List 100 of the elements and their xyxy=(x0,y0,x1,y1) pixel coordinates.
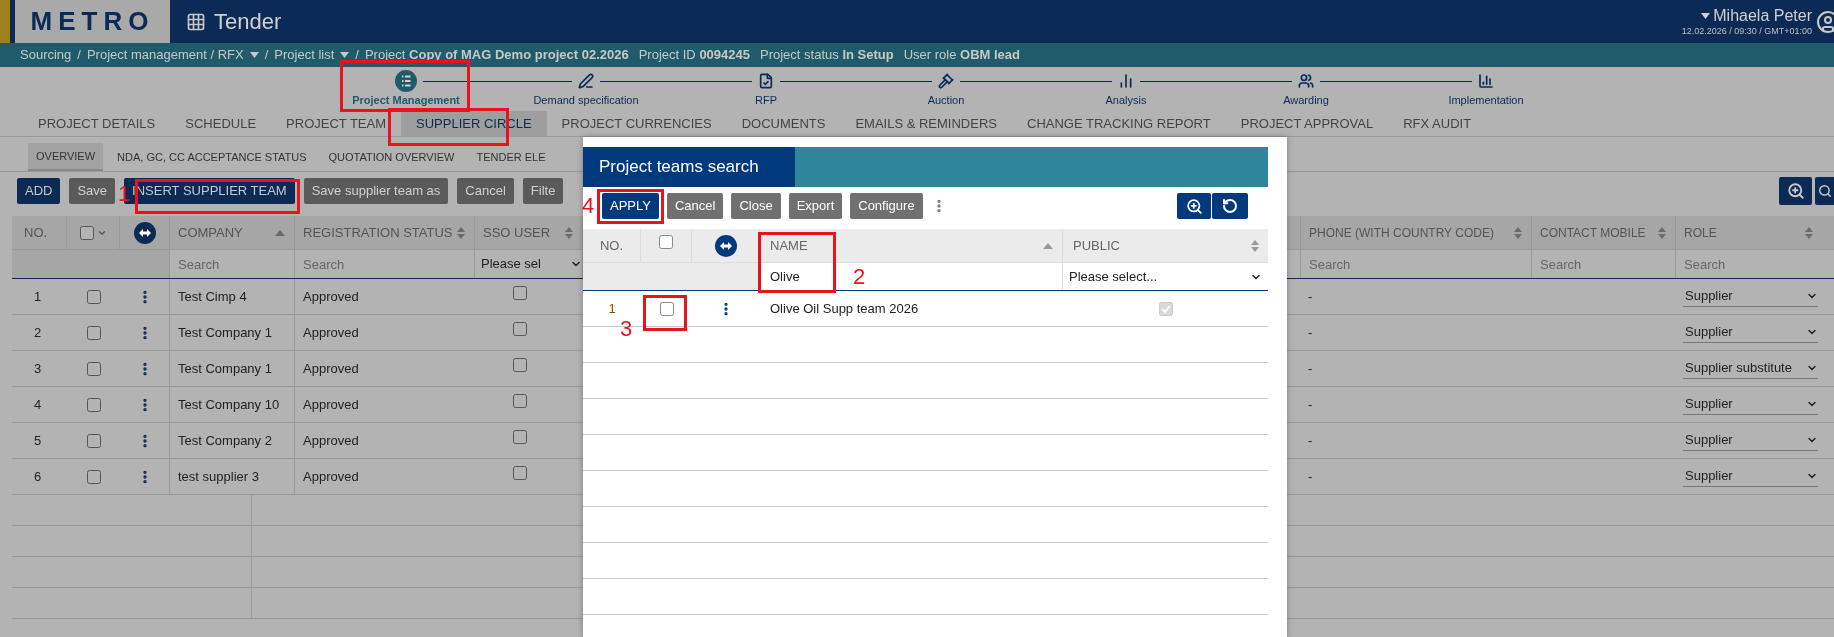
toolbar-button[interactable]: Export xyxy=(788,193,843,219)
checkbox[interactable] xyxy=(86,433,101,448)
checkbox[interactable] xyxy=(659,235,673,249)
filter-field[interactable]: Search xyxy=(170,250,294,278)
checkbox[interactable] xyxy=(659,301,674,316)
reset-button[interactable] xyxy=(1212,193,1248,219)
checkbox[interactable] xyxy=(513,358,527,372)
table-cell-text: - xyxy=(1308,287,1313,306)
step-label[interactable]: Project Management xyxy=(352,94,460,107)
filter-field[interactable]: Search xyxy=(1532,250,1675,278)
checkbox[interactable] xyxy=(513,466,527,480)
role-select[interactable]: Supplier xyxy=(1683,394,1818,415)
tab[interactable]: PROJECT TEAM xyxy=(271,111,401,136)
zoom-button[interactable] xyxy=(1779,177,1812,205)
filter-field[interactable]: Search xyxy=(1676,250,1822,278)
tab[interactable]: PROJECT CURRENCIES xyxy=(546,111,727,136)
step-icon[interactable] xyxy=(1118,73,1134,89)
checkbox[interactable] xyxy=(513,286,527,300)
sub-tab[interactable]: QUOTATION OVERVIEW xyxy=(320,143,463,171)
sub-tab[interactable]: TENDER ELE xyxy=(468,143,554,171)
search-button[interactable] xyxy=(1815,177,1834,205)
step-label[interactable]: Analysis xyxy=(1105,94,1147,107)
caret-icon[interactable] xyxy=(1701,12,1711,19)
step-icon[interactable] xyxy=(395,70,417,92)
step-icon[interactable] xyxy=(938,73,954,89)
tab[interactable]: RFX AUDIT xyxy=(1388,111,1487,136)
role-select[interactable]: Supplier substitute xyxy=(1683,358,1818,379)
tab[interactable]: PROJECT APPROVAL xyxy=(1225,111,1389,136)
toolbar-button[interactable]: Save supplier team as xyxy=(303,178,449,204)
row-number: 1 xyxy=(608,299,616,318)
role-select[interactable]: Supplier xyxy=(1683,286,1818,307)
zoom-button[interactable] xyxy=(1177,193,1211,219)
checkbox[interactable] xyxy=(513,430,527,444)
primary-button[interactable]: ADD xyxy=(17,178,61,204)
column-header[interactable]: SSO USER xyxy=(483,222,551,243)
table-cell-text: Approved xyxy=(303,323,359,342)
sub-tab[interactable]: NDA, GC, CC ACCEPTANCE STATUS xyxy=(109,143,315,171)
step-label[interactable]: Implementation xyxy=(1448,94,1524,107)
highlight-frame xyxy=(643,295,687,331)
column-header[interactable]: CONTACT MOBILE xyxy=(1540,223,1646,242)
column-header[interactable]: PHONE (WITH COUNTRY CODE) xyxy=(1309,223,1494,242)
checkbox[interactable] xyxy=(513,394,527,408)
checkbox[interactable] xyxy=(513,322,527,336)
tab[interactable]: EMAILS & REMINDERS xyxy=(840,111,1012,136)
checkbox[interactable] xyxy=(86,397,101,412)
column-header[interactable]: ROLE xyxy=(1684,223,1717,242)
caret-icon[interactable] xyxy=(249,52,259,58)
breadcrumb-link[interactable]: Project list xyxy=(274,45,335,65)
toolbar-button[interactable]: Close xyxy=(731,193,781,219)
expand-columns-icon[interactable] xyxy=(714,234,737,257)
step-icon[interactable] xyxy=(578,73,594,89)
accent-stripe xyxy=(0,0,10,43)
name-filter-field[interactable]: Olive xyxy=(763,264,829,289)
checkbox[interactable] xyxy=(86,325,101,340)
project-info: User role OBM lead xyxy=(903,46,1020,65)
checkbox[interactable] xyxy=(86,469,101,484)
user-menu[interactable]: Mihaela Peter xyxy=(1713,7,1812,24)
expand-columns-icon[interactable] xyxy=(133,221,156,244)
caret-icon[interactable] xyxy=(340,52,350,58)
app-title: Tender xyxy=(214,8,282,36)
highlight-frame xyxy=(597,189,664,224)
toolbar-button[interactable]: Filte xyxy=(522,178,564,204)
step-icon[interactable] xyxy=(758,73,774,89)
dialog-title: Project teams search xyxy=(583,147,795,187)
step-label[interactable]: RFP xyxy=(755,94,777,107)
filter-select[interactable]: Please sel xyxy=(475,250,582,278)
role-select[interactable]: Supplier xyxy=(1683,430,1818,451)
step-number: 4 xyxy=(582,195,595,217)
breadcrumb-link[interactable]: Sourcing xyxy=(20,45,72,65)
step-label[interactable]: Awarding xyxy=(1283,94,1329,107)
column-header[interactable]: COMPANY xyxy=(178,222,243,243)
step-label[interactable]: Auction xyxy=(927,94,965,107)
column-header[interactable]: NAME xyxy=(770,235,808,256)
breadcrumb-link[interactable]: Project management / RFX xyxy=(86,45,244,65)
tab[interactable]: CHANGE TRACKING REPORT xyxy=(1012,111,1226,136)
filter-field[interactable]: Search xyxy=(295,250,474,278)
tab[interactable]: SCHEDULE xyxy=(170,111,272,136)
toolbar-button[interactable]: Cancel xyxy=(457,178,514,204)
checkbox[interactable] xyxy=(79,225,94,240)
sub-tab[interactable]: OVERVIEW xyxy=(28,143,104,171)
toolbar-button[interactable]: Cancel xyxy=(666,193,724,219)
public-filter-select[interactable]: Please select... xyxy=(1063,263,1268,290)
toolbar-button[interactable]: Save xyxy=(69,178,116,204)
step-label[interactable]: Demand specification xyxy=(533,94,639,107)
filter-field[interactable]: Search xyxy=(1301,250,1531,278)
tab[interactable]: DOCUMENTS xyxy=(726,111,841,136)
checkbox[interactable] xyxy=(86,361,101,376)
column-header[interactable]: REGISTRATION STATUS xyxy=(303,222,453,243)
checkbox[interactable] xyxy=(86,289,101,304)
step-icon[interactable] xyxy=(1478,73,1494,89)
role-select[interactable]: Supplier xyxy=(1683,466,1818,487)
breadcrumb-separator: / xyxy=(355,46,359,65)
avatar-icon[interactable] xyxy=(1816,9,1834,34)
tab[interactable]: PROJECT DETAILS xyxy=(23,111,171,136)
step-icon[interactable] xyxy=(1298,73,1314,89)
column-header[interactable]: PUBLIC xyxy=(1073,235,1120,256)
table-cell-text: - xyxy=(1308,431,1313,450)
role-select[interactable]: Supplier xyxy=(1683,322,1818,343)
primary-button[interactable]: APPLY xyxy=(602,193,659,219)
toolbar-button[interactable]: Configure xyxy=(850,193,923,219)
